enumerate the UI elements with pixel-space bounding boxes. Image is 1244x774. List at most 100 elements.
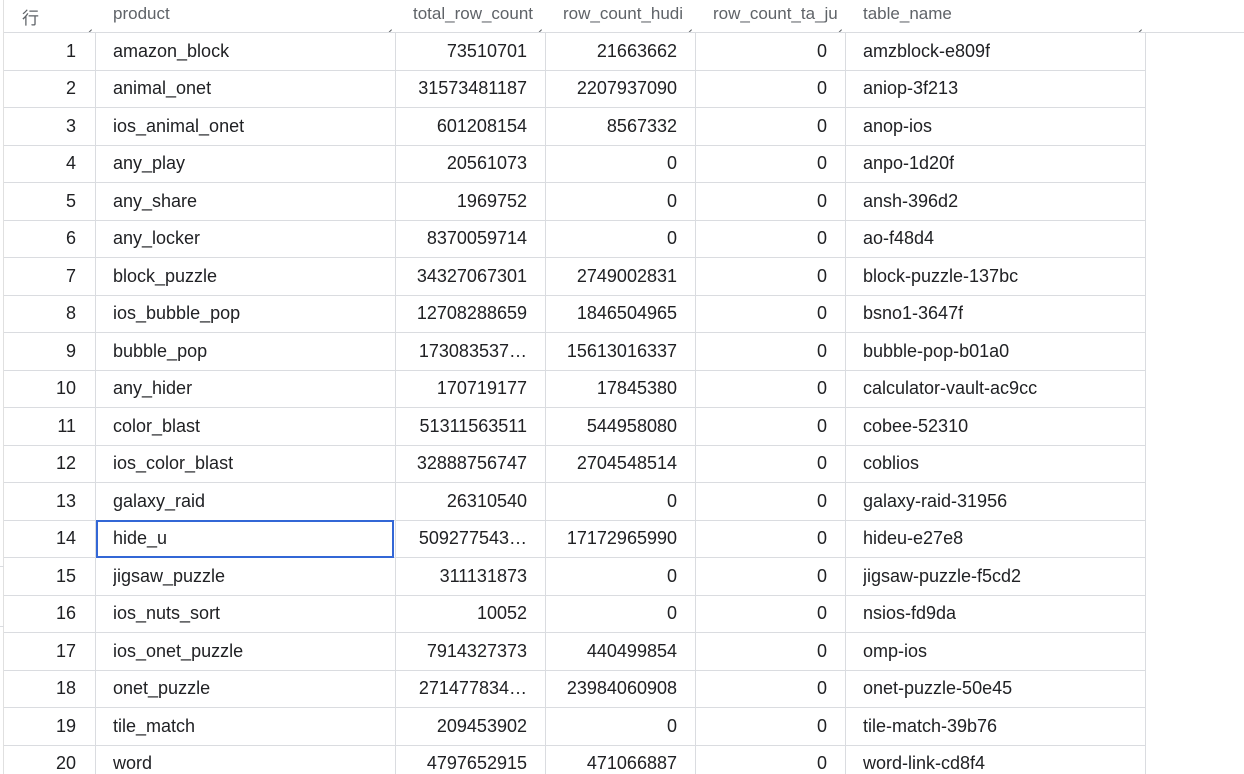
- total-row-count-cell[interactable]: 173083537…: [396, 333, 546, 370]
- total-row-count-cell[interactable]: 34327067301: [396, 258, 546, 295]
- product-cell[interactable]: ios_bubble_pop: [96, 295, 396, 332]
- table-row[interactable]: 4 any_play 20561073 0 0 anpo-1d20f: [4, 145, 1146, 183]
- row-count-hudi-cell[interactable]: 440499854: [546, 633, 696, 670]
- total-row-count-cell[interactable]: 12708288659: [396, 295, 546, 332]
- table-name-cell[interactable]: anop-ios: [846, 108, 1146, 145]
- product-cell[interactable]: color_blast: [96, 408, 396, 445]
- row-count-hudi-cell[interactable]: 2704548514: [546, 445, 696, 482]
- table-name-cell[interactable]: anpo-1d20f: [846, 145, 1146, 182]
- table-row[interactable]: 15 jigsaw_puzzle 311131873 0 0 jigsaw-puzzle-…: [4, 558, 1146, 596]
- table-name-cell[interactable]: galaxy-raid-31956: [846, 483, 1146, 520]
- total-row-count-cell[interactable]: 32888756747: [396, 445, 546, 482]
- product-cell[interactable]: any_locker: [96, 220, 396, 257]
- column-header-row-count-hudi[interactable]: row_count_hudi: [546, 0, 696, 32]
- row-count-hudi-cell[interactable]: 471066887: [546, 745, 696, 774]
- table-name-cell[interactable]: bubble-pop-b01a0: [846, 333, 1146, 370]
- table-name-cell[interactable]: omp-ios: [846, 633, 1146, 670]
- row-count-ta-ju-cell[interactable]: 0: [696, 70, 846, 107]
- table-row[interactable]: 5 any_share 1969752 0 0 ansh-396d2: [4, 183, 1146, 221]
- table-name-cell[interactable]: word-link-cd8f4: [846, 745, 1146, 774]
- column-resize-icon[interactable]: [381, 19, 392, 30]
- row-count-ta-ju-cell[interactable]: 0: [696, 520, 846, 557]
- column-header-total-row-count[interactable]: total_row_count: [396, 0, 546, 32]
- total-row-count-cell[interactable]: 509277543…: [396, 520, 546, 557]
- table-row[interactable]: 8 ios_bubble_pop 12708288659 1846504965 0 bsn…: [4, 295, 1146, 333]
- row-count-hudi-cell[interactable]: 17845380: [546, 370, 696, 407]
- row-count-hudi-cell[interactable]: 0: [546, 708, 696, 745]
- table-name-cell[interactable]: jigsaw-puzzle-f5cd2: [846, 558, 1146, 595]
- table-row[interactable]: 11 color_blast 51311563511 544958080 0 cobee-…: [4, 408, 1146, 446]
- row-count-hudi-cell[interactable]: 0: [546, 145, 696, 182]
- column-resize-icon[interactable]: [531, 19, 542, 30]
- table-row[interactable]: 1 amazon_block 73510701 21663662 0 amzblock-e…: [4, 33, 1146, 71]
- table-row[interactable]: 19 tile_match 209453902 0 0 tile-match-39b76: [4, 708, 1146, 746]
- table-row[interactable]: 3 ios_animal_onet 601208154 8567332 0 anop-io…: [4, 108, 1146, 146]
- row-count-hudi-cell[interactable]: 0: [546, 483, 696, 520]
- total-row-count-cell[interactable]: 170719177: [396, 370, 546, 407]
- product-cell[interactable]: ios_nuts_sort: [96, 595, 396, 632]
- product-cell[interactable]: any_hider: [96, 370, 396, 407]
- total-row-count-cell[interactable]: 209453902: [396, 708, 546, 745]
- table-row[interactable]: 13 galaxy_raid 26310540 0 0 galaxy-raid-31956: [4, 483, 1146, 521]
- product-cell[interactable]: hide_u: [96, 520, 396, 557]
- column-header-row-count-ta-ju[interactable]: row_count_ta_ju: [696, 0, 846, 32]
- total-row-count-cell[interactable]: 26310540: [396, 483, 546, 520]
- total-row-count-cell[interactable]: 7914327373: [396, 633, 546, 670]
- column-resize-icon[interactable]: [1131, 19, 1142, 30]
- product-cell[interactable]: onet_puzzle: [96, 670, 396, 707]
- product-cell[interactable]: tile_match: [96, 708, 396, 745]
- row-count-hudi-cell[interactable]: 2207937090: [546, 70, 696, 107]
- table-row[interactable]: 6 any_locker 8370059714 0 0 ao-f48d4: [4, 220, 1146, 258]
- row-count-hudi-cell[interactable]: 17172965990: [546, 520, 696, 557]
- row-count-hudi-cell[interactable]: 0: [546, 595, 696, 632]
- row-count-ta-ju-cell[interactable]: 0: [696, 145, 846, 182]
- table-row[interactable]: 14 hide_u 509277543… 17172965990 0 hideu-e27e…: [4, 520, 1146, 558]
- row-count-hudi-cell[interactable]: 1846504965: [546, 295, 696, 332]
- table-name-cell[interactable]: tile-match-39b76: [846, 708, 1146, 745]
- total-row-count-cell[interactable]: 10052: [396, 595, 546, 632]
- row-count-ta-ju-cell[interactable]: 0: [696, 258, 846, 295]
- total-row-count-cell[interactable]: 601208154: [396, 108, 546, 145]
- table-name-cell[interactable]: hideu-e27e8: [846, 520, 1146, 557]
- table-name-cell[interactable]: block-puzzle-137bc: [846, 258, 1146, 295]
- row-count-ta-ju-cell[interactable]: 0: [696, 670, 846, 707]
- total-row-count-cell[interactable]: 73510701: [396, 33, 546, 70]
- row-count-hudi-cell[interactable]: 23984060908: [546, 670, 696, 707]
- column-resize-icon[interactable]: [681, 19, 692, 30]
- product-cell[interactable]: ios_color_blast: [96, 445, 396, 482]
- total-row-count-cell[interactable]: 31573481187: [396, 70, 546, 107]
- table-name-cell[interactable]: nsios-fd9da: [846, 595, 1146, 632]
- table-name-cell[interactable]: cobee-52310: [846, 408, 1146, 445]
- total-row-count-cell[interactable]: 4797652915: [396, 745, 546, 774]
- table-name-cell[interactable]: onet-puzzle-50e45: [846, 670, 1146, 707]
- table-row[interactable]: 16 ios_nuts_sort 10052 0 0 nsios-fd9da: [4, 595, 1146, 633]
- table-row[interactable]: 17 ios_onet_puzzle 7914327373 440499854 0 omp…: [4, 633, 1146, 671]
- row-count-hudi-cell[interactable]: 0: [546, 558, 696, 595]
- product-cell[interactable]: animal_onet: [96, 70, 396, 107]
- row-count-ta-ju-cell[interactable]: 0: [696, 183, 846, 220]
- table-row[interactable]: 12 ios_color_blast 32888756747 2704548514 0 c…: [4, 445, 1146, 483]
- product-cell[interactable]: ios_animal_onet: [96, 108, 396, 145]
- row-count-ta-ju-cell[interactable]: 0: [696, 633, 846, 670]
- product-cell[interactable]: any_play: [96, 145, 396, 182]
- table-name-cell[interactable]: bsno1-3647f: [846, 295, 1146, 332]
- table-name-cell[interactable]: ansh-396d2: [846, 183, 1146, 220]
- table-row[interactable]: 7 block_puzzle 34327067301 2749002831 0 block…: [4, 258, 1146, 296]
- row-count-hudi-cell[interactable]: 544958080: [546, 408, 696, 445]
- product-cell[interactable]: bubble_pop: [96, 333, 396, 370]
- row-count-hudi-cell[interactable]: 8567332: [546, 108, 696, 145]
- total-row-count-cell[interactable]: 51311563511: [396, 408, 546, 445]
- table-name-cell[interactable]: ao-f48d4: [846, 220, 1146, 257]
- total-row-count-cell[interactable]: 20561073: [396, 145, 546, 182]
- row-count-hudi-cell[interactable]: 0: [546, 220, 696, 257]
- row-count-ta-ju-cell[interactable]: 0: [696, 408, 846, 445]
- row-count-ta-ju-cell[interactable]: 0: [696, 295, 846, 332]
- column-header-product[interactable]: product: [96, 0, 396, 32]
- table-row[interactable]: 9 bubble_pop 173083537… 15613016337 0 bubble-…: [4, 333, 1146, 371]
- product-cell[interactable]: galaxy_raid: [96, 483, 396, 520]
- table-name-cell[interactable]: aniop-3f213: [846, 70, 1146, 107]
- product-cell[interactable]: ios_onet_puzzle: [96, 633, 396, 670]
- row-count-hudi-cell[interactable]: 0: [546, 183, 696, 220]
- table-row[interactable]: 10 any_hider 170719177 17845380 0 calculator-…: [4, 370, 1146, 408]
- row-count-ta-ju-cell[interactable]: 0: [696, 745, 846, 774]
